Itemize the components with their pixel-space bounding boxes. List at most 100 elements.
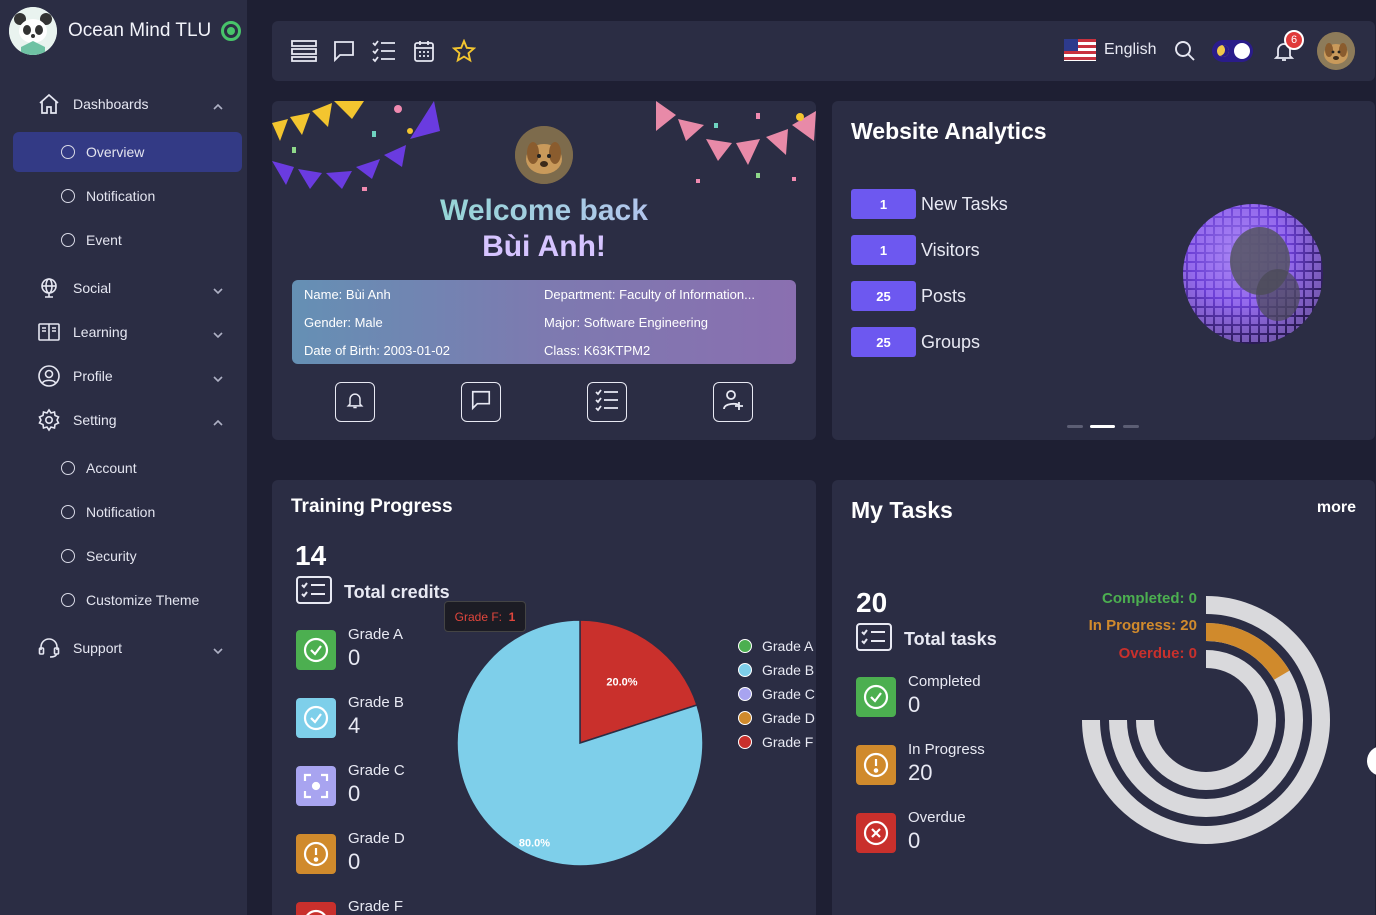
nav-label: Overview [86,144,145,160]
chevron-down-icon [212,371,224,387]
legend-item[interactable]: Grade D [738,706,815,730]
legend-label: Grade B [762,662,815,678]
book-icon [36,319,62,345]
checklist-icon [594,388,620,417]
task-value: 0 [908,692,921,717]
total-tasks-label: Total tasks [904,629,997,649]
nav-dashboards[interactable]: Dashboards [36,90,228,118]
nav-label: Customize Theme [86,592,200,608]
legend-dot [738,711,752,725]
grade-value: 0 [348,849,361,874]
nav-event[interactable]: Event [13,220,242,260]
stat-label: New Tasks [921,193,1008,214]
language-selector[interactable]: English [1064,39,1156,61]
gear-icon [36,407,62,433]
pie-data-label: 20.0% [606,676,637,688]
checklist-box-icon [856,623,892,656]
checklist-icon[interactable] [370,37,398,65]
grade-label: Grade F [348,898,404,915]
legend-dot [738,735,752,749]
quick-chat-button[interactable] [461,382,501,422]
nav-label: Setting [73,412,117,428]
nav-social[interactable]: Social [36,274,228,302]
legend-dot [738,687,752,701]
headset-icon [36,635,62,661]
x-circle-icon [296,902,336,915]
radial-track [1136,650,1276,790]
quick-tasks-button[interactable] [587,382,627,422]
grade-a-row: Grade A 0 [296,626,403,671]
chat-icon [470,389,492,416]
language-label: English [1104,41,1157,58]
nav-label: Learning [73,324,128,340]
legend-label: Grade A [762,638,814,654]
my-tasks-card: My Tasks more 20 Total tasks Completed 0 … [832,480,1375,915]
legend-item[interactable]: Grade C [738,682,815,706]
x-circle-icon [856,813,896,853]
legend-item[interactable]: Grade B [738,658,815,682]
sidebar: Ocean Mind TLU Dashboards Overview Notif… [0,0,247,915]
stat-new-tasks: 1 New Tasks [851,189,1008,219]
student-info-box: Name: Bùi Anh Gender: Male Date of Birth… [292,280,796,364]
stat-value: 1 [851,189,916,219]
bunting-right-decoration [656,101,816,183]
user-avatar[interactable] [1317,32,1355,70]
grade-value: 0 [348,781,361,806]
legend-item[interactable]: Grade F [738,730,815,754]
nav-label: Notification [86,188,156,204]
grade-f-row: Grade F [296,898,403,915]
tooltip-value: 1 [508,609,516,624]
us-flag-icon [1064,39,1096,61]
task-value: 0 [908,828,921,853]
brand[interactable]: Ocean Mind TLU [9,7,242,55]
add-user-icon [721,388,745,417]
task-in-progress-row: In Progress 20 [856,741,985,786]
total-credits-label: Total credits [344,582,450,602]
chart-tooltip: Grade F: 1 [444,601,526,632]
stat-value: 25 [851,327,916,357]
nav-label: Profile [73,368,113,384]
nav-setting-notification[interactable]: Notification [13,492,242,532]
profile-avatar[interactable] [515,126,573,184]
circle-bullet-icon [61,549,75,563]
grade-label: Grade C [348,762,405,779]
legend-item[interactable]: Grade A [738,634,815,658]
nav-account[interactable]: Account [13,448,242,488]
theme-toggle[interactable] [1212,40,1253,62]
nav-profile[interactable]: Profile [36,362,228,390]
layout-icon[interactable] [290,37,318,65]
quick-add-friend-button[interactable] [713,382,753,422]
grade-label: Grade D [348,830,405,847]
carousel-dot[interactable] [1067,425,1083,428]
nav-learning[interactable]: Learning [36,318,228,346]
grade-pie-chart[interactable]: 20.0% 80.0% [442,605,722,885]
check-circle-icon [856,677,896,717]
nav-overview[interactable]: Overview [13,132,242,172]
nav-customize-theme[interactable]: Customize Theme [13,580,242,620]
calendar-icon[interactable] [410,37,438,65]
more-link[interactable]: more [1317,499,1356,517]
info-name: Name: Bùi Anh [304,287,391,302]
grade-label: Grade B [348,694,404,711]
tasks-radial-bar-chart [1082,596,1330,844]
toggle-knob [1234,43,1250,59]
star-icon[interactable] [450,37,478,65]
quick-notifications-button[interactable] [335,382,375,422]
total-tasks-label-row: Total tasks [856,623,997,656]
chevron-down-icon [212,327,224,343]
task-completed-row: Completed 0 [856,673,981,718]
nav-setting[interactable]: Setting [36,406,228,434]
circle-bullet-icon [61,505,75,519]
chat-icon[interactable] [330,37,358,65]
carousel-dot[interactable] [1123,425,1139,428]
grade-c-row: Grade C 0 [296,762,405,807]
nav-security[interactable]: Security [13,536,242,576]
analytics-title: Website Analytics [851,118,1047,144]
carousel-dot-active[interactable] [1090,425,1115,428]
search-icon[interactable] [1171,37,1199,65]
legend-label: Grade F [762,734,814,750]
nav-support[interactable]: Support [36,634,228,662]
legend-dot [738,639,752,653]
stat-label: Groups [921,331,981,352]
nav-notification[interactable]: Notification [13,176,242,216]
